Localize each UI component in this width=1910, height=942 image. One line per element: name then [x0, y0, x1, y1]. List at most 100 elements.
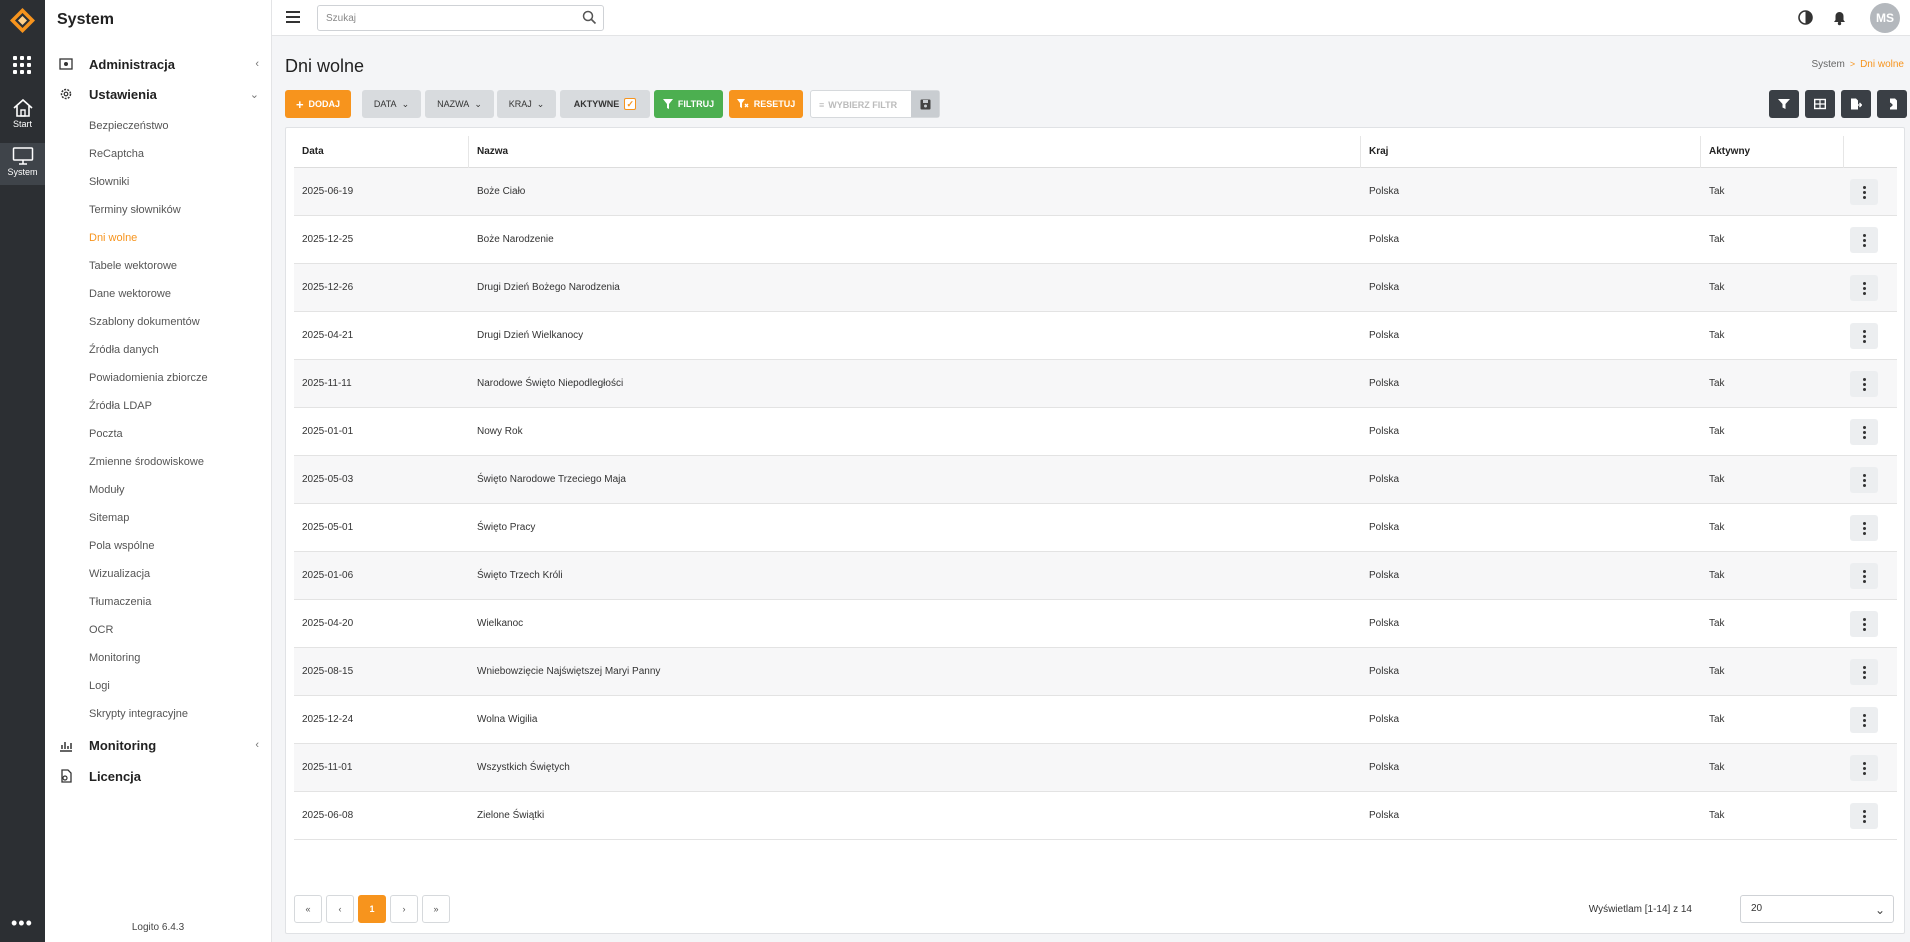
bell-icon[interactable] — [1831, 9, 1848, 26]
more-icon[interactable]: ••• — [11, 914, 33, 932]
sidebar-item-powiadomienia-zbiorcze[interactable]: Powiadomienia zbiorcze — [89, 372, 208, 384]
cell-data: 2025-12-24 — [302, 714, 354, 725]
table-row[interactable]: 2025-12-24 Wolna Wigilia Polska Tak — [294, 696, 1897, 744]
sidebar-item-slowniki[interactable]: Słowniki — [89, 176, 129, 188]
sidebar-item-zrodla-ldap[interactable]: Źródła LDAP — [89, 400, 152, 412]
first-page-button[interactable]: « — [294, 895, 322, 923]
column-header-nazwa[interactable]: Nazwa — [469, 136, 1361, 168]
table-row[interactable]: 2025-06-08 Zielone Świątki Polska Tak — [294, 792, 1897, 840]
sidebar-item-monitoring[interactable]: Monitoring — [89, 652, 140, 664]
search-icon[interactable] — [582, 10, 597, 25]
advanced-filter-button[interactable] — [1769, 90, 1799, 118]
row-actions-menu-icon[interactable] — [1850, 179, 1878, 205]
row-actions-menu-icon[interactable] — [1850, 803, 1878, 829]
filter-button[interactable]: Filtruj — [654, 90, 723, 118]
table-row[interactable]: 2025-12-26 Drugi Dzień Bożego Narodzenia P… — [294, 264, 1897, 312]
table-row[interactable]: 2025-12-25 Boże Narodzenie Polska Tak — [294, 216, 1897, 264]
record-count: Wyświetlam [1-14] z 14 — [1588, 904, 1692, 915]
cell-nazwa: Wolna Wigilia — [477, 714, 538, 725]
row-actions-menu-icon[interactable] — [1850, 707, 1878, 733]
reset-button[interactable]: Resetuj — [729, 90, 803, 118]
column-header-aktywny[interactable]: Aktywny — [1701, 136, 1844, 168]
row-actions-menu-icon[interactable] — [1850, 515, 1878, 541]
menu-toggle-icon[interactable] — [286, 11, 300, 23]
filter-data-dropdown[interactable]: DATA ⌄ — [362, 90, 421, 118]
sidebar-item-pola-wspolne[interactable]: Pola wspólne — [89, 540, 154, 552]
add-button[interactable]: + Dodaj — [285, 90, 351, 118]
sidebar-section-licencja[interactable]: Licencja — [45, 764, 271, 790]
sidebar-item-recaptcha[interactable]: ReCaptcha — [89, 148, 144, 160]
search-input[interactable] — [318, 6, 568, 30]
apps-grid-icon[interactable] — [13, 56, 31, 74]
cell-nazwa: Wielkanoc — [477, 618, 524, 629]
row-actions-menu-icon[interactable] — [1850, 611, 1878, 637]
columns-button[interactable] — [1805, 90, 1835, 118]
import-button[interactable] — [1877, 90, 1907, 118]
user-avatar[interactable]: MS — [1870, 3, 1900, 33]
sidebar-item-bezpieczenstwo[interactable]: Bezpieczeństwo — [89, 120, 169, 132]
filter-preset-select[interactable]: ≡ WYBIERZ FILTR — [810, 90, 940, 118]
row-actions-menu-icon[interactable] — [1850, 323, 1878, 349]
sidebar-item-sitemap[interactable]: Sitemap — [89, 512, 129, 524]
sidebar-item-zmienne-srodowiskowe[interactable]: Zmienne środowiskowe — [89, 456, 204, 468]
sidebar-item-ocr[interactable]: OCR — [89, 624, 113, 636]
contrast-icon[interactable] — [1797, 9, 1814, 26]
page-size-select[interactable]: 20 ⌄ — [1740, 895, 1894, 923]
checkbox-checked-icon[interactable]: ✓ — [624, 98, 637, 110]
next-page-button[interactable]: › — [390, 895, 418, 923]
column-header-kraj[interactable]: Kraj — [1361, 136, 1701, 168]
sidebar-section-administracja[interactable]: Administracja ‹ — [45, 52, 271, 78]
rail-item-start[interactable]: Start — [0, 95, 45, 137]
export-button[interactable] — [1841, 90, 1871, 118]
table-row[interactable]: 2025-05-03 Święto Narodowe Trzeciego Maja… — [294, 456, 1897, 504]
logo-icon[interactable] — [9, 7, 36, 34]
row-actions-menu-icon[interactable] — [1850, 467, 1878, 493]
table-row[interactable]: 2025-04-21 Drugi Dzień Wielkanocy Polska Ta… — [294, 312, 1897, 360]
sidebar-item-tabele-wektorowe[interactable]: Tabele wektorowe — [89, 260, 177, 272]
last-page-button[interactable]: » — [422, 895, 450, 923]
sidebar-section-monitoring[interactable]: Monitoring ‹ — [45, 733, 271, 759]
breadcrumb-root[interactable]: System — [1811, 59, 1844, 70]
cell-data: 2025-12-26 — [302, 282, 354, 293]
filter-aktywne-toggle[interactable]: AKTYWNE ✓ — [560, 90, 650, 118]
table-row[interactable]: 2025-04-20 Wielkanoc Polska Tak — [294, 600, 1897, 648]
table-row[interactable]: 2025-01-01 Nowy Rok Polska Tak — [294, 408, 1897, 456]
sidebar-item-skrypty-integracyjne[interactable]: Skrypty integracyjne — [89, 708, 188, 720]
page-button[interactable]: 1 — [358, 895, 386, 923]
funnel-icon — [662, 99, 673, 109]
sidebar-item-dane-wektorowe[interactable]: Dane wektorowe — [89, 288, 171, 300]
previous-page-button[interactable]: ‹ — [326, 895, 354, 923]
filter-nazwa-dropdown[interactable]: NAZWA ⌄ — [425, 90, 494, 118]
sidebar-item-tlumaczenia[interactable]: Tłumaczenia — [89, 596, 151, 608]
row-actions-menu-icon[interactable] — [1850, 419, 1878, 445]
sidebar-item-moduly[interactable]: Moduły — [89, 484, 124, 496]
table-row[interactable]: 2025-08-15 Wniebowzięcie Najświętszej Mar… — [294, 648, 1897, 696]
sidebar-item-poczta[interactable]: Poczta — [89, 428, 123, 440]
rail-item-system[interactable]: System — [0, 143, 45, 185]
cell-kraj: Polska — [1369, 570, 1400, 581]
filter-kraj-dropdown[interactable]: KRAJ ⌄ — [497, 90, 556, 118]
row-actions-menu-icon[interactable] — [1850, 755, 1878, 781]
table-row[interactable]: 2025-06-19 Boże Ciało Polska Tak — [294, 168, 1897, 216]
table-row[interactable]: 2025-01-06 Święto Trzech Króli Polska Tak — [294, 552, 1897, 600]
sidebar-section-ustawienia[interactable]: Ustawienia ⌄ — [45, 82, 271, 108]
cell-aktywny: Tak — [1709, 474, 1725, 485]
sidebar-item-logi[interactable]: Logi — [89, 680, 110, 692]
row-actions-menu-icon[interactable] — [1850, 563, 1878, 589]
row-actions-menu-icon[interactable] — [1850, 371, 1878, 397]
sidebar-item-dni-wolne[interactable]: Dni wolne — [89, 232, 137, 244]
save-preset-button[interactable] — [911, 91, 939, 117]
sidebar-item-terminy-slownikow[interactable]: Terminy słowników — [89, 204, 181, 216]
cell-aktywny: Tak — [1709, 762, 1725, 773]
sidebar-item-zrodla-danych[interactable]: Źródła danych — [89, 344, 159, 356]
sidebar-item-wizualizacja[interactable]: Wizualizacja — [89, 568, 150, 580]
table-row[interactable]: 2025-11-01 Wszystkich Świętych Polska Tak — [294, 744, 1897, 792]
row-actions-menu-icon[interactable] — [1850, 227, 1878, 253]
cell-kraj: Polska — [1369, 330, 1400, 341]
table-row[interactable]: 2025-11-11 Narodowe Święto Niepodległości… — [294, 360, 1897, 408]
sidebar-item-szablony-dokumentow[interactable]: Szablony dokumentów — [89, 316, 200, 328]
table-row[interactable]: 2025-05-01 Święto Pracy Polska Tak — [294, 504, 1897, 552]
column-header-data[interactable]: Data — [294, 136, 469, 168]
row-actions-menu-icon[interactable] — [1850, 275, 1878, 301]
row-actions-menu-icon[interactable] — [1850, 659, 1878, 685]
